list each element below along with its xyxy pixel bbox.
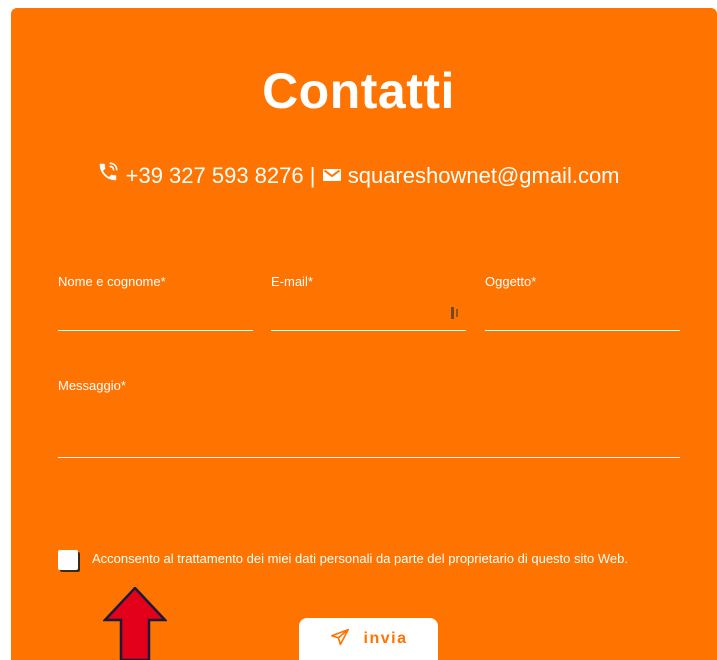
- send-button-label: invia: [363, 630, 408, 647]
- message-underline: [58, 457, 680, 458]
- message-label: Messaggio*: [58, 378, 126, 393]
- subject-underline: [485, 330, 680, 331]
- send-button[interactable]: invia: [299, 618, 438, 660]
- message-textarea[interactable]: [58, 400, 679, 452]
- phone-icon: [97, 161, 119, 191]
- subject-input[interactable]: [485, 305, 679, 327]
- email-label: E-mail*: [271, 274, 313, 289]
- subject-label: Oggetto*: [485, 274, 537, 289]
- email-address[interactable]: squareshownet@gmail.com: [348, 163, 620, 188]
- envelope-icon: [322, 161, 342, 191]
- text-cursor-icon: [451, 307, 458, 319]
- name-input[interactable]: [58, 305, 252, 327]
- page-title: Contatti: [262, 63, 455, 119]
- name-label: Nome e cognome*: [58, 274, 166, 289]
- name-underline: [58, 330, 253, 331]
- email-underline: [271, 330, 466, 331]
- consent-checkbox[interactable]: [58, 550, 78, 570]
- contact-separator: |: [309, 163, 316, 189]
- phone-number[interactable]: +39 327 593 8276: [126, 163, 304, 188]
- send-icon: [330, 628, 350, 651]
- consent-text: Acconsento al trattamento dei miei dati …: [92, 551, 628, 566]
- red-up-arrow-icon: [103, 587, 167, 660]
- email-input[interactable]: [271, 305, 447, 327]
- contact-info: +39 327 593 8276 | squareshownet@gmail.c…: [0, 160, 717, 191]
